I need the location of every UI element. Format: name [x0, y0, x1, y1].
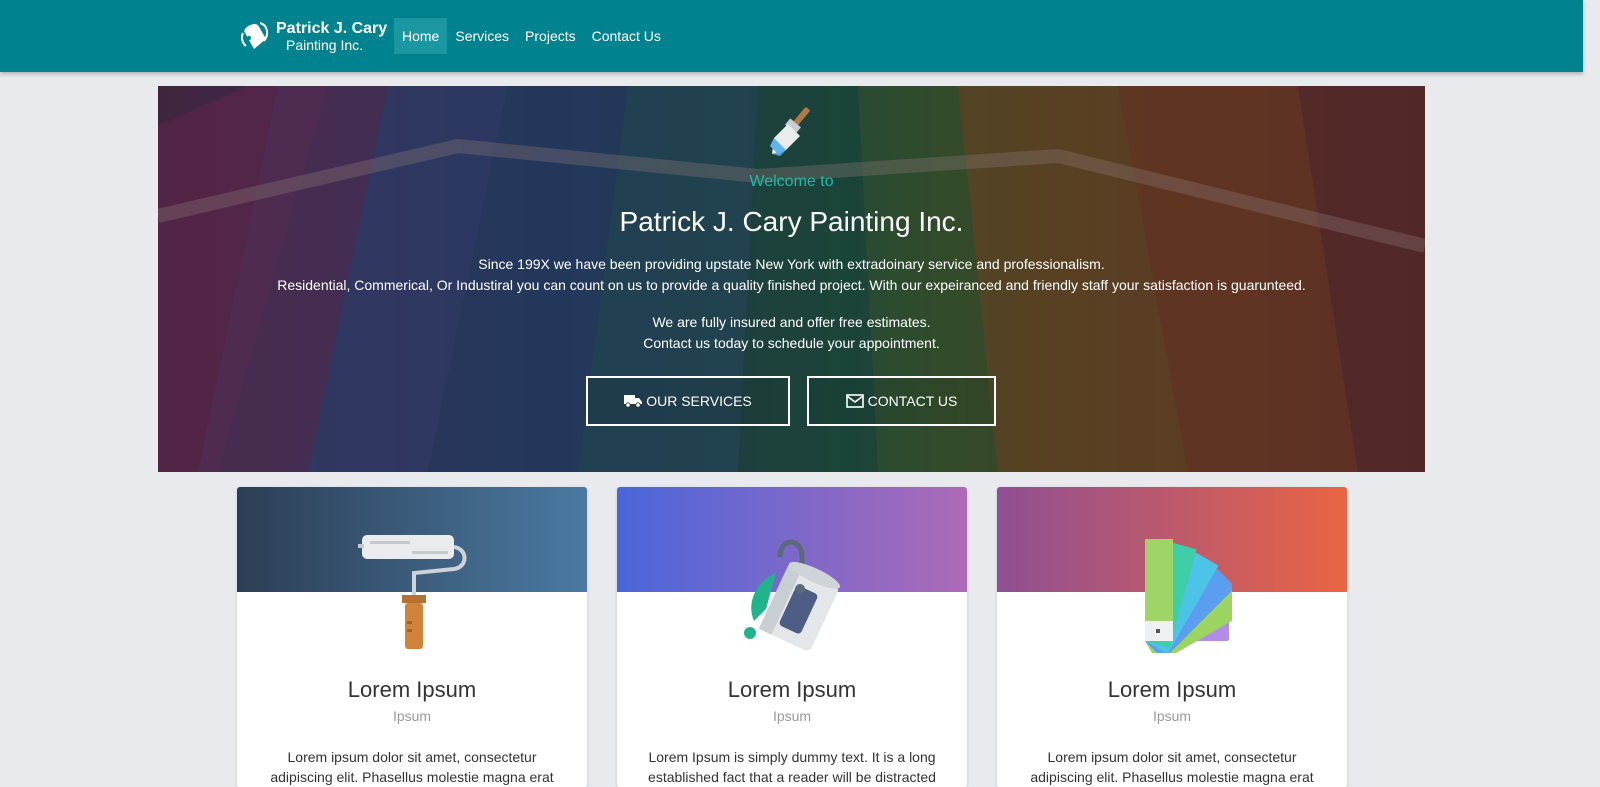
- brand-name: Patrick J. Cary: [276, 19, 388, 37]
- top-navbar: Patrick J. Cary Painting Inc. Home Servi…: [0, 0, 1583, 72]
- brand-subname: Painting Inc.: [286, 36, 364, 53]
- nav-home[interactable]: Home: [394, 18, 448, 54]
- paint-brush-icon: [770, 107, 810, 156]
- contact-us-label: CONTACT US: [867, 393, 958, 409]
- card-subtitle: Ipsum: [1152, 708, 1192, 724]
- nav-projects[interactable]: Projects: [517, 18, 584, 54]
- paint-can-icon: [744, 539, 841, 651]
- card-title: Lorem Ipsum: [347, 677, 477, 702]
- color-swatch-icon: [1144, 539, 1232, 653]
- hero-line-3: We are fully insured and offer free esti…: [652, 314, 931, 330]
- paint-bucket-logo-icon: [241, 22, 269, 49]
- card-text: Lorem ipsum dolor sit amet, consectetur …: [270, 749, 554, 785]
- hero-banner: Welcome to Patrick J. Cary Painting Inc.…: [158, 86, 1425, 472]
- card-text: Lorem ipsum dolor sit amet, consectetur …: [1030, 749, 1314, 785]
- hero-line-2: Residential, Commerical, Or Industiral y…: [277, 277, 1306, 293]
- nav-contact[interactable]: Contact Us: [584, 18, 669, 54]
- brand-logo[interactable]: Patrick J. Cary Painting Inc.: [238, 16, 387, 56]
- paint-roller-icon: [358, 535, 467, 649]
- truck-icon: [624, 394, 643, 408]
- hero-title: Patrick J. Cary Painting Inc.: [619, 206, 964, 237]
- card-title: Lorem Ipsum: [1107, 677, 1237, 702]
- envelope-icon: [845, 394, 864, 408]
- hero-line-1: Since 199X we have been providing upstat…: [478, 256, 1105, 272]
- hero-content: Welcome to Patrick J. Cary Painting Inc.…: [158, 86, 1425, 472]
- our-services-button[interactable]: OUR SERVICES: [586, 376, 790, 426]
- hero-line-4: Contact us today to schedule your appoin…: [643, 335, 940, 351]
- service-card-3: Lorem Ipsum Ipsum Lorem ipsum dolor sit …: [997, 487, 1347, 787]
- card-subtitle: Ipsum: [772, 708, 812, 724]
- service-card-2: Lorem Ipsum Ipsum Lorem Ipsum is simply …: [617, 487, 967, 787]
- main-nav: Home Services Projects Contact Us: [394, 18, 669, 54]
- nav-services[interactable]: Services: [447, 18, 517, 54]
- our-services-label: OUR SERVICES: [646, 393, 752, 409]
- hero-welcome: Welcome to: [749, 173, 834, 190]
- card-text: Lorem Ipsum is simply dummy text. It is …: [648, 749, 936, 785]
- contact-us-button[interactable]: CONTACT US: [807, 376, 996, 426]
- card-subtitle: Ipsum: [392, 708, 432, 724]
- service-card-1: Lorem Ipsum Ipsum Lorem ipsum dolor sit …: [237, 487, 587, 787]
- card-title: Lorem Ipsum: [727, 677, 857, 702]
